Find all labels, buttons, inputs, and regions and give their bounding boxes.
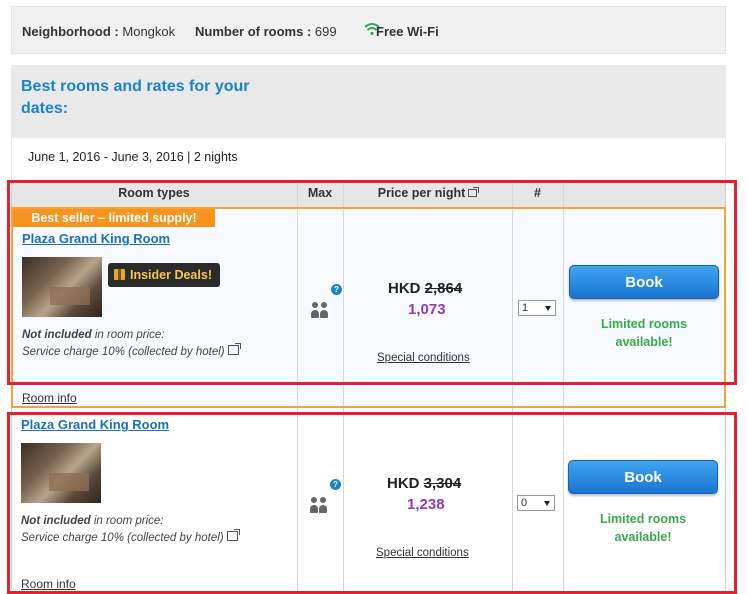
wifi-label: Free Wi-Fi bbox=[376, 24, 439, 39]
date-range-panel: June 1, 2016 - June 3, 2016 | 2 nights bbox=[11, 138, 726, 180]
date-range: June 1, 2016 - June 3, 2016 | 2 nights bbox=[28, 150, 238, 164]
rates-heading: Best rooms and rates for your dates: bbox=[21, 78, 250, 117]
hotel-info-bar: Neighborhood : Mongkok Number of rooms :… bbox=[11, 6, 726, 54]
room-info-link[interactable]: Room info bbox=[22, 391, 77, 405]
highlight-box-row-2 bbox=[7, 412, 737, 594]
highlight-box-row-1 bbox=[7, 180, 737, 385]
neighborhood-label: Neighborhood : bbox=[22, 24, 119, 39]
rates-heading-panel: Best rooms and rates for your dates: bbox=[11, 65, 726, 138]
neighborhood-value: Mongkok bbox=[122, 24, 176, 39]
rooms-label: Number of rooms : bbox=[195, 24, 312, 39]
rooms-value: 699 bbox=[314, 24, 337, 39]
